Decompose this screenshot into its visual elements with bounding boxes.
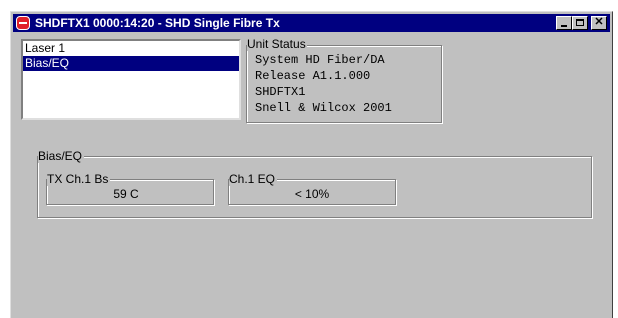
unit-status-text: System HD Fiber/DA Release A1.1.000 SHDFTX… bbox=[255, 52, 392, 116]
main-window: SHDFTX1 0000:14:20 - SHD Single Fibre Tx… bbox=[10, 11, 613, 318]
unit-status-line-3: SHDFTX1 bbox=[255, 85, 306, 99]
bias-eq-group: Bias/EQ TX Ch.1 Bs 59 C Ch.1 EQ < 10% bbox=[37, 149, 592, 218]
tx-ch1-bias-value: 59 C bbox=[113, 187, 139, 201]
maximize-icon bbox=[576, 19, 584, 26]
close-icon: ✕ bbox=[594, 16, 604, 28]
maximize-button[interactable] bbox=[572, 16, 588, 30]
unit-status-box: Unit Status System HD Fiber/DA Release A1… bbox=[246, 38, 443, 124]
unit-status-line-1: System HD Fiber/DA bbox=[255, 53, 385, 67]
bias-eq-group-label: Bias/EQ bbox=[38, 149, 85, 163]
window-title: SHDFTX1 0000:14:20 - SHD Single Fibre Tx bbox=[35, 16, 280, 30]
title-bar[interactable]: SHDFTX1 0000:14:20 - SHD Single Fibre Tx… bbox=[13, 14, 610, 32]
page-listbox[interactable]: Laser 1 Bias/EQ bbox=[21, 39, 241, 120]
unit-status-line-2: Release A1.1.000 bbox=[255, 69, 371, 83]
unit-status-label: Unit Status bbox=[247, 37, 307, 51]
list-item-bias-eq[interactable]: Bias/EQ bbox=[23, 56, 239, 71]
tx-ch1-bias-field: TX Ch.1 Bs 59 C bbox=[46, 172, 214, 205]
ch1-eq-label: Ch.1 EQ bbox=[229, 172, 278, 186]
ch1-eq-value: < 10% bbox=[294, 187, 330, 201]
tx-ch1-bias-label: TX Ch.1 Bs bbox=[47, 172, 111, 186]
minimize-icon bbox=[561, 25, 567, 27]
ch1-eq-field: Ch.1 EQ < 10% bbox=[228, 172, 396, 205]
app-icon[interactable] bbox=[16, 16, 30, 30]
minimize-button[interactable] bbox=[556, 16, 572, 30]
close-button[interactable]: ✕ bbox=[591, 16, 607, 30]
list-item-laser-1[interactable]: Laser 1 bbox=[23, 41, 239, 56]
unit-status-line-4: Snell & Wilcox 2001 bbox=[255, 101, 392, 115]
